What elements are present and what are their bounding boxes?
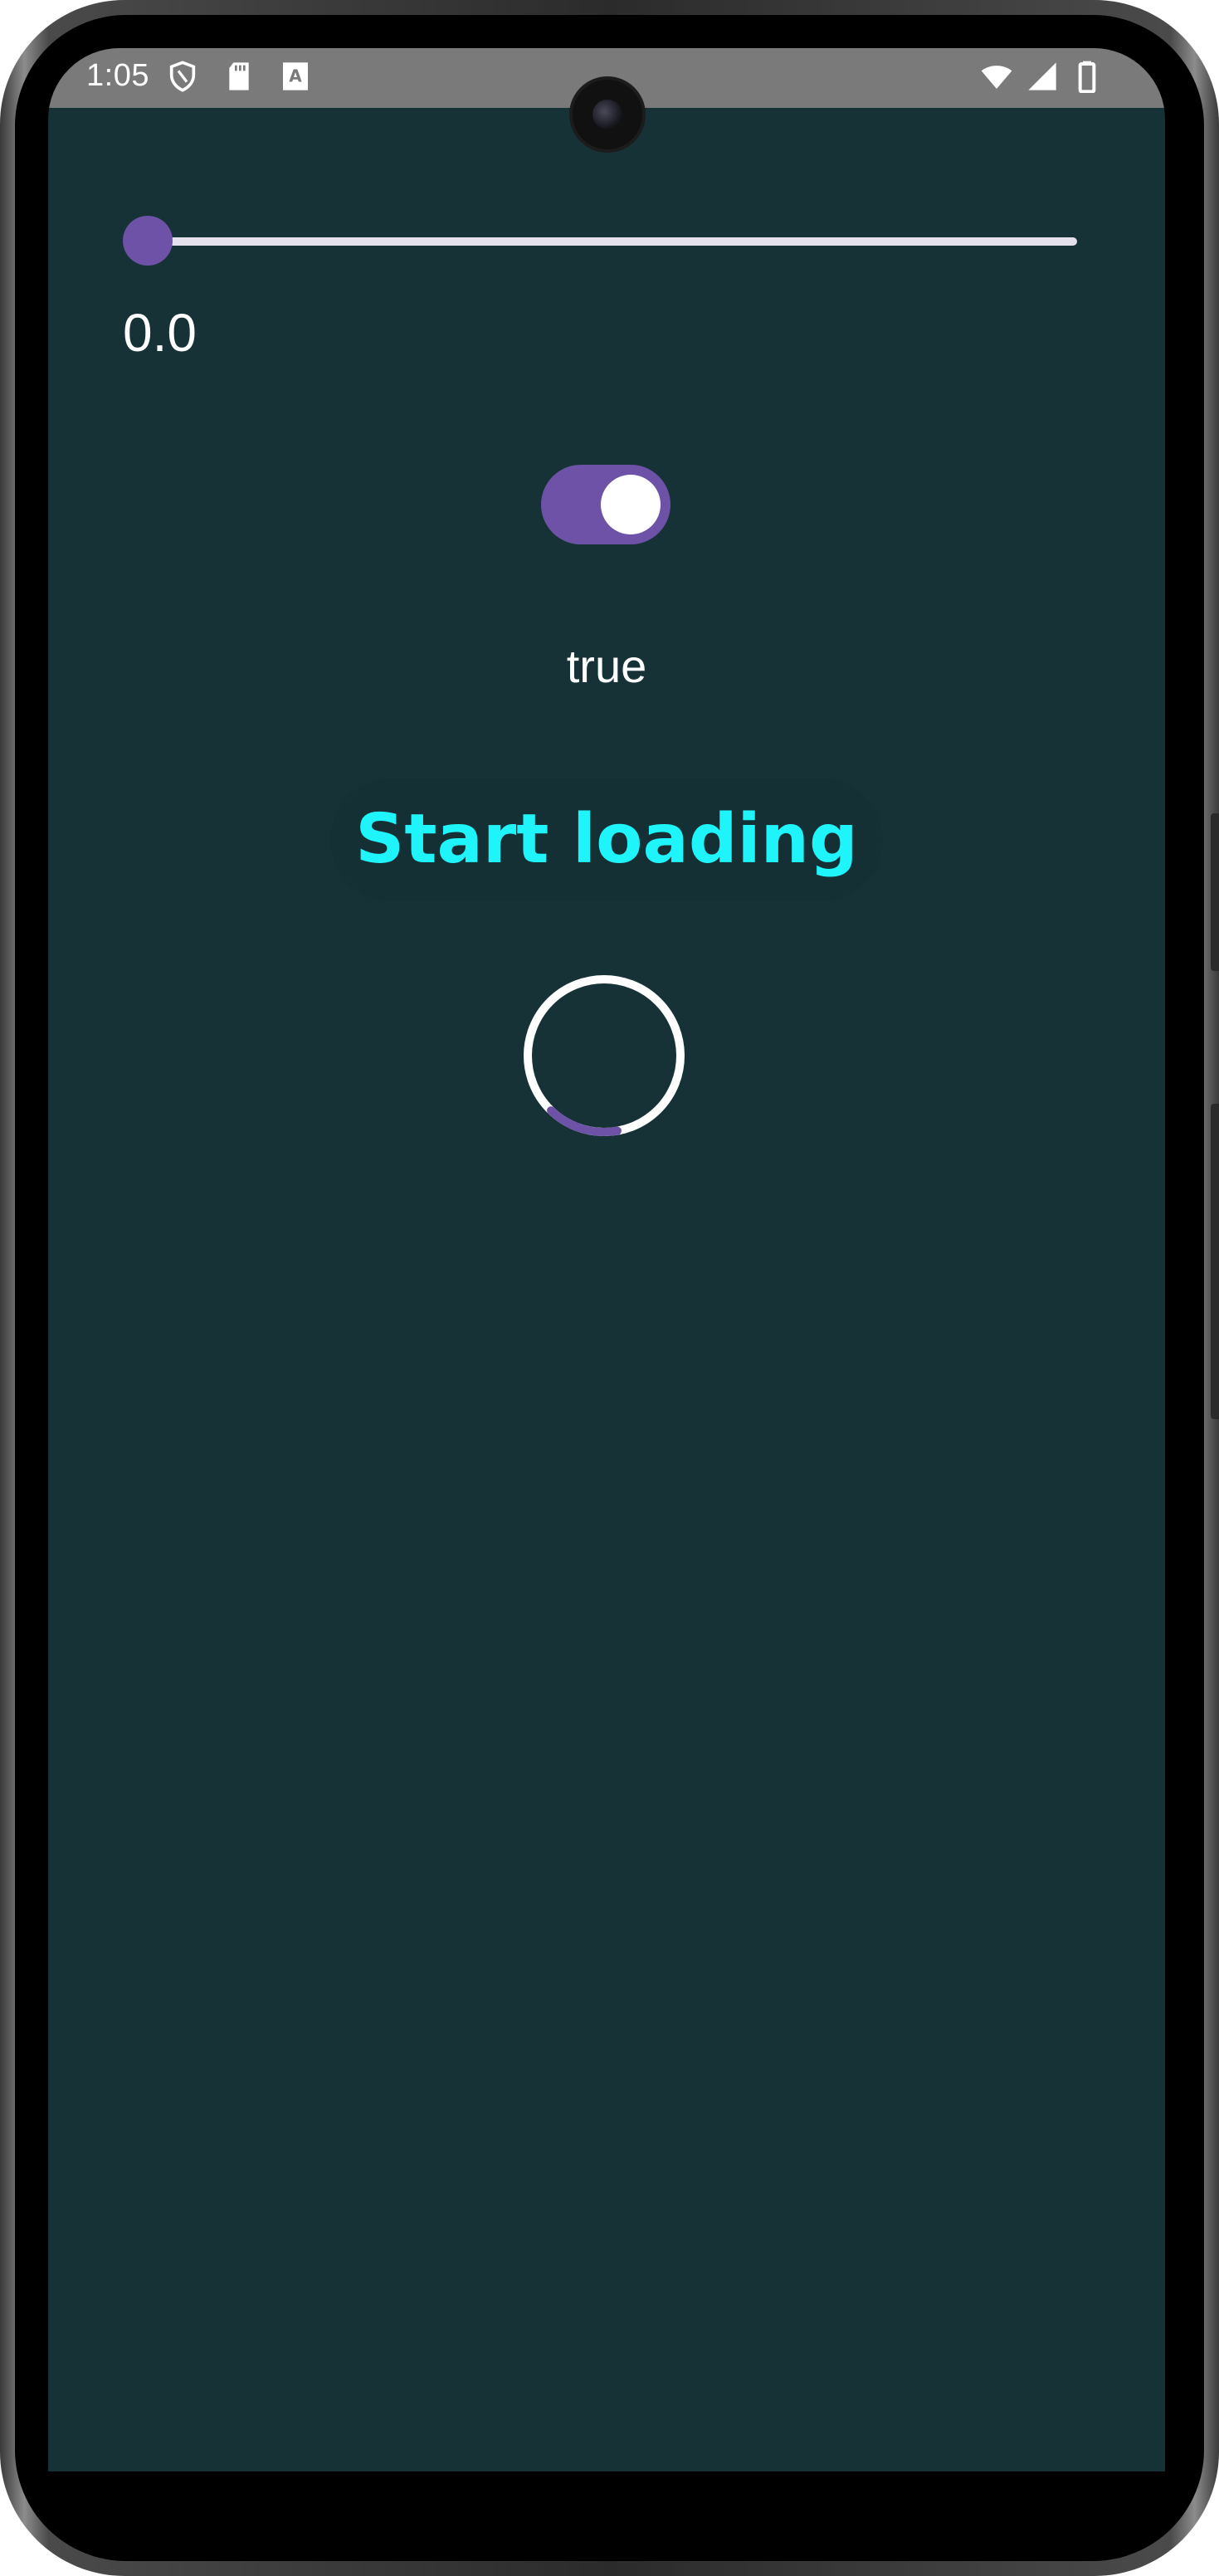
volume-button bbox=[1211, 1104, 1219, 1419]
wifi-icon bbox=[981, 66, 1012, 89]
start-loading-button[interactable]: Start loading bbox=[330, 778, 883, 901]
slider-value-text: 0.0 bbox=[123, 303, 197, 363]
battery-icon bbox=[1078, 61, 1096, 93]
signal-icon bbox=[1028, 62, 1056, 90]
power-button bbox=[1211, 813, 1219, 971]
svg-text:A: A bbox=[289, 66, 302, 86]
keyboard-a-icon: A bbox=[283, 62, 308, 90]
switch-state-text: true bbox=[566, 640, 647, 692]
switch-thumb[interactable] bbox=[601, 475, 661, 534]
loading-spinner bbox=[524, 975, 685, 1136]
spinner-progress-arc bbox=[524, 975, 685, 1136]
toggle-switch[interactable] bbox=[541, 465, 670, 544]
slider-thumb[interactable] bbox=[123, 216, 173, 266]
app-screen: 1:05 A 0.0 true Start loading bbox=[48, 48, 1165, 2471]
front-camera bbox=[573, 80, 642, 149]
value-slider[interactable] bbox=[123, 214, 1077, 267]
status-time: 1:05 bbox=[86, 58, 149, 93]
slider-track[interactable] bbox=[148, 237, 1077, 246]
sd-card-icon bbox=[229, 62, 249, 90]
phone-frame: 1:05 A 0.0 true Start loading bbox=[0, 0, 1219, 2576]
shield-icon bbox=[169, 61, 196, 92]
